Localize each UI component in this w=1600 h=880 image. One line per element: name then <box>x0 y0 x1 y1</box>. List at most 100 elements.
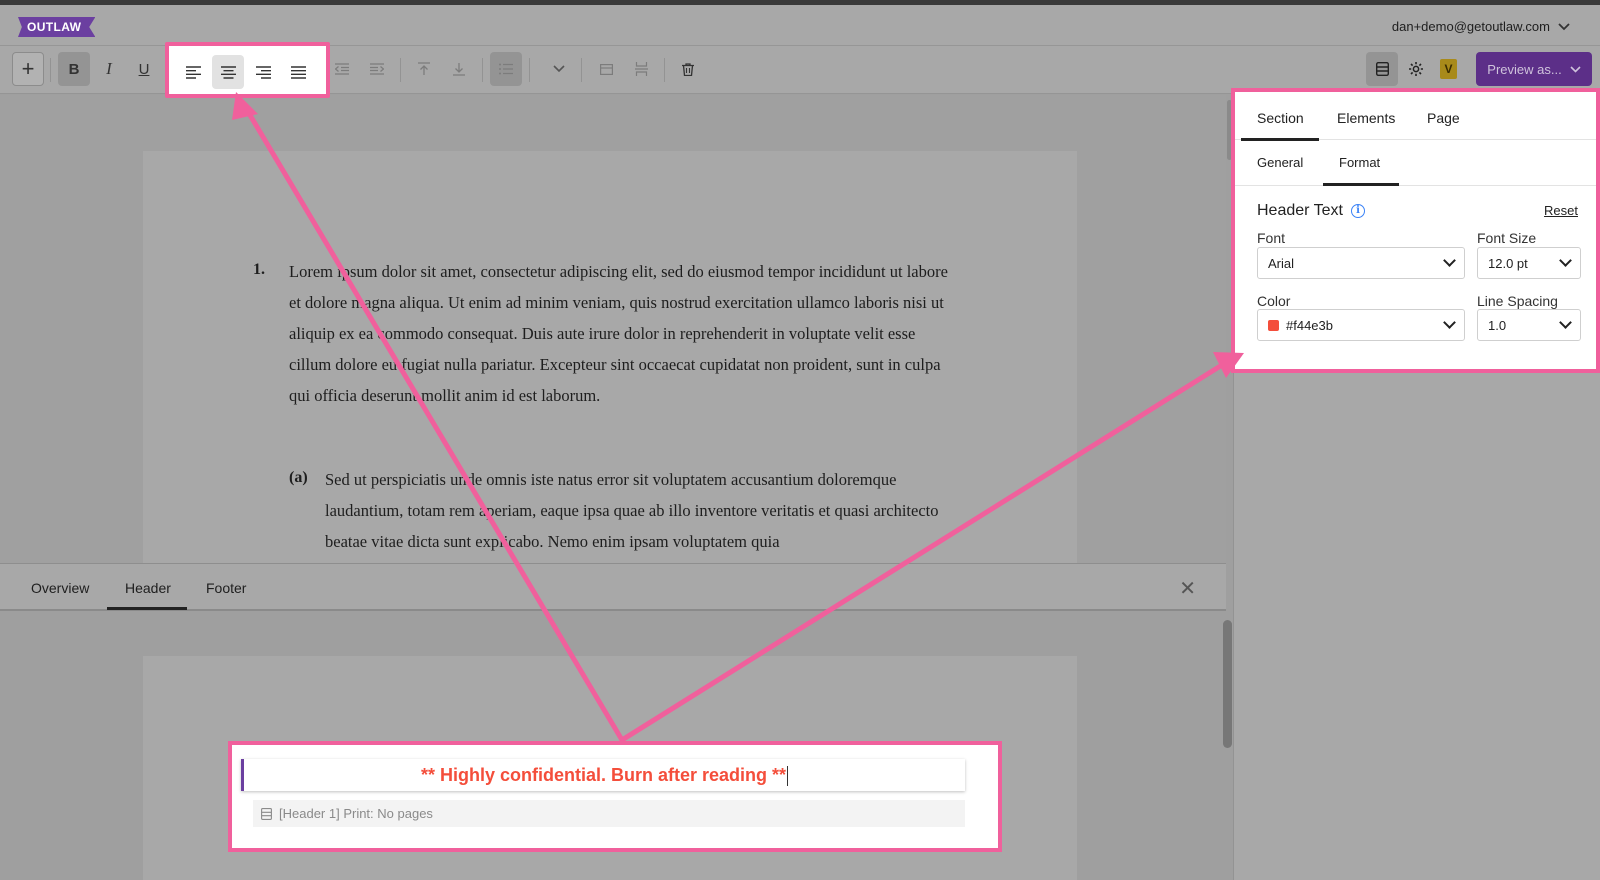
tab-section[interactable]: Section <box>1257 110 1304 126</box>
tab-page[interactable]: Page <box>1427 110 1460 126</box>
outdent-icon <box>335 63 349 75</box>
underline-button[interactable]: U <box>128 52 160 86</box>
outdent-button[interactable] <box>326 52 358 86</box>
color-label: Color <box>1257 293 1291 309</box>
align-right-icon <box>255 65 271 79</box>
reset-link[interactable]: Reset <box>1544 203 1578 218</box>
toolbar-divider <box>482 58 483 82</box>
delete-button[interactable] <box>672 52 704 86</box>
bold-button[interactable]: B <box>58 52 90 86</box>
chevron-down-icon <box>1443 316 1456 329</box>
line-spacing-select[interactable]: 1.0 <box>1477 309 1581 341</box>
chevron-down-icon <box>1559 254 1572 267</box>
list-icon <box>499 63 513 75</box>
more-dropdown-button[interactable] <box>543 52 575 86</box>
header-text: ** Highly confidential. Burn after readi… <box>420 765 787 785</box>
section-heading: Header Text i <box>1257 202 1365 220</box>
section-icon <box>1375 62 1389 76</box>
header-scrollbar[interactable] <box>1223 620 1232 748</box>
document-page: 1. Lorem ipsum dolor sit amet, consectet… <box>143 151 1077 565</box>
toolbar-divider <box>664 58 665 82</box>
move-down-button[interactable] <box>443 52 475 86</box>
user-email: dan+demo@getoutlaw.com <box>1391 19 1550 34</box>
chevron-down-icon <box>1558 22 1570 30</box>
plus-icon: + <box>21 56 35 81</box>
tab-header[interactable]: Header <box>125 580 171 596</box>
align-right-button[interactable] <box>247 55 279 89</box>
page-break-button[interactable] <box>625 52 657 86</box>
indent-icon <box>370 63 384 75</box>
header-info-bar: [Header 1] Print: No pages <box>253 800 965 827</box>
align-left-button[interactable] <box>177 55 209 89</box>
font-label: Font <box>1257 230 1286 246</box>
align-center-button[interactable] <box>212 55 244 89</box>
preview-as-label: Preview as... <box>1487 61 1562 77</box>
settings-button[interactable] <box>1400 52 1432 86</box>
panel-tabs: Section Elements Page <box>1235 92 1596 141</box>
indent-button[interactable] <box>361 52 393 86</box>
font-size-value: 12.0 pt <box>1488 255 1528 271</box>
outlaw-logo[interactable]: OUTLAW <box>18 17 96 37</box>
active-tab-indicator <box>107 607 187 610</box>
box-icon <box>599 63 613 75</box>
alignment-toolbar-group <box>165 42 330 98</box>
color-select[interactable]: #f44e3b <box>1257 309 1465 341</box>
color-swatch <box>1268 319 1279 331</box>
subclause-text[interactable]: Sed ut perspiciatis unde omnis iste natu… <box>325 464 975 557</box>
list-button[interactable] <box>490 52 522 86</box>
section-box-button[interactable] <box>590 52 622 86</box>
chevron-down-icon <box>1443 254 1456 267</box>
header-text-input[interactable]: ** Highly confidential. Burn after readi… <box>241 759 965 791</box>
font-size-select[interactable]: 12.0 pt <box>1477 247 1581 279</box>
toolbar-divider <box>581 58 582 82</box>
subclause-number: (a) <box>289 469 308 486</box>
font-value: Arial <box>1268 255 1295 271</box>
top-bar: OUTLAW dan+demo@getoutlaw.com <box>0 0 1600 46</box>
header-info-text: [Header 1] Print: No pages <box>279 806 433 821</box>
toolbar-divider <box>529 58 530 82</box>
gear-icon <box>1409 62 1423 76</box>
clause-text[interactable]: Lorem ipsum dolor sit amet, consectetur … <box>289 256 959 411</box>
line-spacing-label: Line Spacing <box>1477 293 1558 309</box>
bottom-panel-tabs: Overview Header Footer ✕ <box>0 563 1226 611</box>
toolbar-divider <box>50 58 51 82</box>
arrow-up-icon <box>418 62 430 75</box>
color-value: #f44e3b <box>1286 317 1333 333</box>
toolbar-divider <box>400 58 401 82</box>
header-text-highlight: ** Highly confidential. Burn after readi… <box>228 741 1002 852</box>
align-justify-icon <box>290 65 306 79</box>
italic-button[interactable]: I <box>93 52 125 86</box>
tab-elements[interactable]: Elements <box>1337 110 1395 126</box>
chevron-down-icon <box>553 65 565 73</box>
preview-as-button[interactable]: Preview as... <box>1476 52 1592 86</box>
align-left-icon <box>185 65 201 79</box>
add-button[interactable]: + <box>12 52 44 86</box>
section-icon <box>261 807 272 820</box>
version-badge[interactable]: V <box>1440 59 1457 79</box>
tab-footer[interactable]: Footer <box>206 580 246 596</box>
subtab-general[interactable]: General <box>1257 155 1303 170</box>
arrow-down-icon <box>453 63 465 76</box>
text-caret <box>787 766 789 787</box>
document-canvas: 1. Lorem ipsum dolor sit amet, consectet… <box>0 95 1226 565</box>
line-spacing-value: 1.0 <box>1488 317 1507 333</box>
info-icon[interactable]: i <box>1350 204 1365 218</box>
header-text-heading: Header Text <box>1257 202 1343 219</box>
close-icon[interactable]: ✕ <box>1179 576 1196 601</box>
move-up-button[interactable] <box>408 52 440 86</box>
justify-button[interactable] <box>282 55 314 89</box>
header-view-button[interactable] <box>1366 52 1398 86</box>
tab-overview[interactable]: Overview <box>31 580 89 596</box>
format-panel: Section Elements Page General Format Hea… <box>1231 88 1600 373</box>
chevron-down-icon <box>1570 65 1581 73</box>
chevron-down-icon <box>1559 316 1572 329</box>
font-size-label: Font Size <box>1477 230 1537 246</box>
active-subtab-indicator <box>1323 183 1399 186</box>
panel-subtabs: General Format <box>1235 140 1596 186</box>
align-center-icon <box>220 65 236 79</box>
font-select[interactable]: Arial <box>1257 247 1465 279</box>
page-break-icon <box>634 62 648 76</box>
trash-icon <box>682 62 694 76</box>
subtab-format[interactable]: Format <box>1339 155 1380 170</box>
user-menu[interactable]: dan+demo@getoutlaw.com <box>1392 19 1570 34</box>
